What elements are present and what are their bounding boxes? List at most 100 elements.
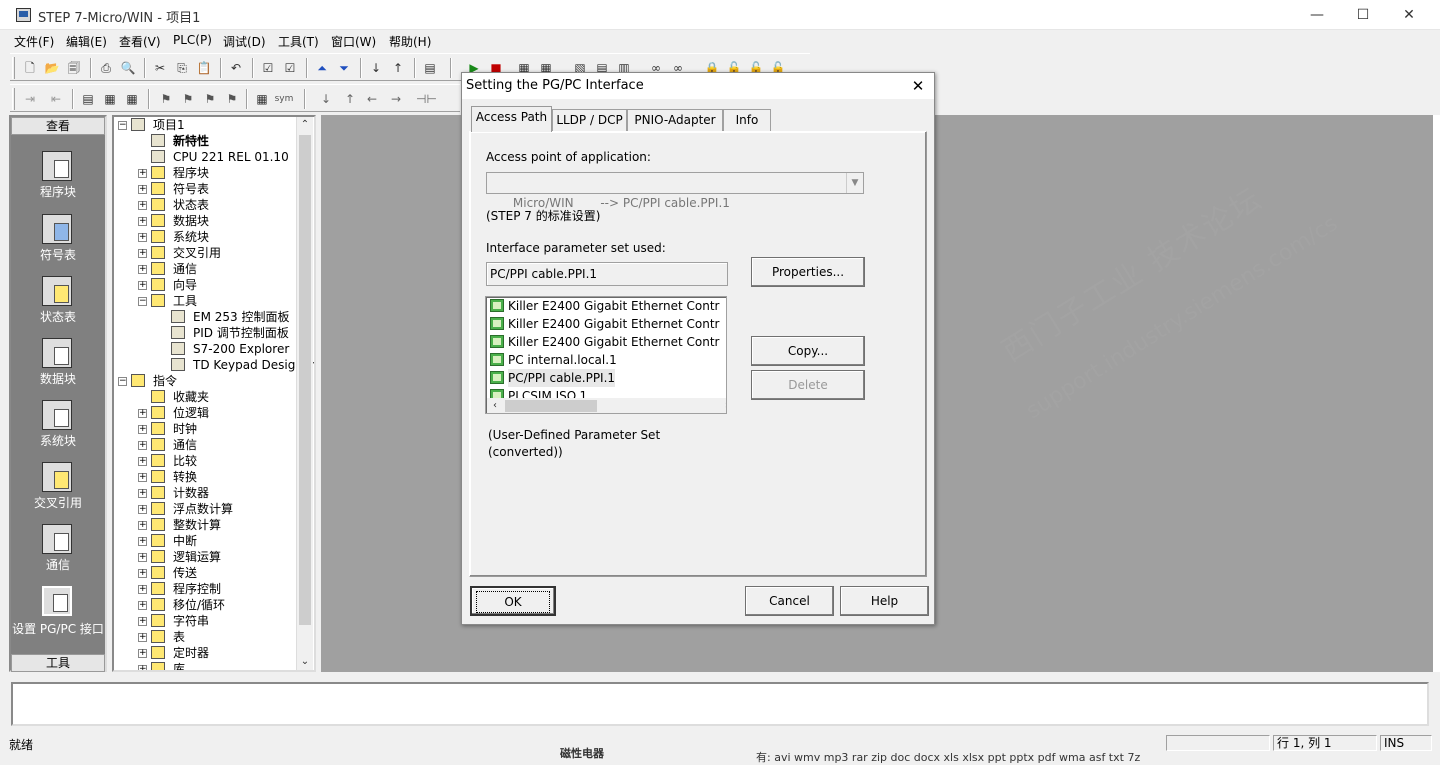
list-horizontal-scrollbar[interactable]: ‹ › (487, 398, 726, 413)
next-bookmark-icon[interactable]: ⚑ (178, 89, 198, 109)
expand-icon[interactable]: + (138, 201, 147, 210)
download-icon[interactable]: ⏷ (334, 58, 354, 78)
scroll-right-icon[interactable]: › (719, 398, 726, 413)
tab-access-path[interactable]: Access Path (471, 106, 552, 132)
dialog-close-button[interactable]: ✕ (906, 75, 930, 97)
nav-status-chart[interactable]: 状态表 (11, 272, 105, 328)
scroll-left-icon[interactable]: ‹ (487, 398, 503, 413)
expand-icon[interactable]: + (138, 489, 147, 498)
prev-bookmark-icon[interactable]: ⚑ (200, 89, 220, 109)
expand-icon[interactable]: + (138, 585, 147, 594)
expand-icon[interactable]: + (138, 505, 147, 514)
cut-icon[interactable]: ✂ (150, 58, 170, 78)
expand-icon[interactable]: + (138, 553, 147, 562)
menu-view[interactable]: 查看(V) (119, 33, 161, 50)
expand-icon[interactable]: + (138, 441, 147, 450)
line-left-icon[interactable]: ← (362, 89, 382, 109)
expand-icon[interactable]: + (138, 473, 147, 482)
scroll-thumb[interactable] (505, 400, 597, 412)
interface-list[interactable]: Killer E2400 Gigabit Ethernet Contr Kille… (485, 296, 727, 414)
expand-icon[interactable]: + (138, 217, 147, 226)
collapse-icon[interactable]: − (138, 297, 147, 306)
delete-button[interactable]: Delete (751, 370, 865, 400)
symbol-table-icon[interactable]: ▦ (252, 89, 272, 109)
interface-parameter-field[interactable]: PC/PPI cable.PPI.1 (486, 262, 728, 286)
expand-icon[interactable]: + (138, 281, 147, 290)
collapse-icon[interactable]: − (118, 121, 127, 130)
expand-icon[interactable]: + (138, 169, 147, 178)
close-button[interactable]: ✕ (1386, 0, 1432, 30)
tab-pnio-adapter[interactable]: PNIO-Adapter (627, 109, 723, 131)
scroll-thumb[interactable] (299, 135, 311, 625)
contact-icon[interactable]: ⊣⊢ (416, 89, 437, 109)
view-fbd-icon[interactable]: ▦ (122, 89, 142, 109)
expand-icon[interactable]: + (138, 521, 147, 530)
undo-icon[interactable]: ↶ (226, 58, 246, 78)
minimize-button[interactable]: — (1294, 0, 1340, 30)
expand-icon[interactable]: + (138, 569, 147, 578)
expand-icon[interactable]: + (138, 665, 147, 670)
nav-program-block[interactable]: 程序块 (11, 147, 105, 203)
expand-icon[interactable]: + (138, 425, 147, 434)
expand-icon[interactable]: + (138, 233, 147, 242)
view-lad-icon[interactable]: ▦ (100, 89, 120, 109)
bookmark-icon[interactable]: ⚑ (156, 89, 176, 109)
print-preview-icon[interactable]: 🔍 (118, 58, 138, 78)
remove-bookmark-icon[interactable]: ⚑ (222, 89, 242, 109)
outdent-icon[interactable]: ⇤ (46, 89, 66, 109)
maximize-button[interactable]: ☐ (1340, 0, 1386, 30)
cancel-button[interactable]: Cancel (745, 586, 834, 616)
nav-view-header[interactable]: 查看 (11, 117, 105, 135)
line-right-icon[interactable]: → (386, 89, 406, 109)
ok-button[interactable]: OK (470, 586, 556, 616)
nav-set-pg-pc-interface[interactable]: 设置 PG/PC 接口 (11, 582, 105, 638)
toolbar-grip[interactable] (12, 88, 15, 110)
expand-icon[interactable]: + (138, 537, 147, 546)
expand-icon[interactable]: + (138, 617, 147, 626)
toolbar-grip[interactable] (12, 57, 15, 79)
expand-icon[interactable]: + (138, 185, 147, 194)
options-icon[interactable]: ▤ (420, 58, 440, 78)
properties-button[interactable]: Properties... (751, 257, 865, 287)
tree-scrollbar[interactable]: ⌃ ⌄ (296, 117, 313, 670)
collapse-icon[interactable]: − (118, 377, 127, 386)
menu-window[interactable]: 窗口(W) (331, 33, 376, 50)
output-window[interactable] (11, 682, 1429, 726)
sort-ascending-icon[interactable]: ↓ (366, 58, 386, 78)
expand-icon[interactable]: + (138, 457, 147, 466)
scroll-down-icon[interactable]: ⌄ (297, 654, 313, 670)
help-button[interactable]: Help (840, 586, 929, 616)
save-all-icon[interactable]: 🗐 (64, 58, 84, 78)
open-folder-icon[interactable]: 📂 (42, 58, 62, 78)
tab-lldp-dcp[interactable]: LLDP / DCP (552, 109, 627, 131)
expand-icon[interactable]: + (138, 633, 147, 642)
new-file-icon[interactable]: 🗋 (20, 58, 40, 78)
nav-tools-header[interactable]: 工具 (11, 654, 105, 672)
expand-icon[interactable]: + (138, 649, 147, 658)
view-stl-icon[interactable]: ▤ (78, 89, 98, 109)
line-down-icon[interactable]: ↓ (316, 89, 336, 109)
upload-icon[interactable]: ⏶ (312, 58, 332, 78)
sym-icon[interactable]: sym (274, 89, 294, 109)
chevron-down-icon[interactable]: ▼ (846, 173, 863, 193)
menu-tools[interactable]: 工具(T) (278, 33, 319, 50)
tab-info[interactable]: Info (723, 109, 771, 131)
copy-icon[interactable]: ⎘ (172, 58, 192, 78)
expand-icon[interactable]: + (138, 409, 147, 418)
expand-icon[interactable]: + (138, 601, 147, 610)
line-up-icon[interactable]: ↑ (340, 89, 360, 109)
sort-descending-icon[interactable]: ↑ (388, 58, 408, 78)
nav-data-block[interactable]: 数据块 (11, 334, 105, 390)
nav-communication[interactable]: 通信 (11, 520, 105, 576)
print-icon[interactable]: ⎙ (96, 58, 116, 78)
indent-icon[interactable]: ⇥ (20, 89, 40, 109)
menu-plc[interactable]: PLC(P) (173, 33, 212, 47)
nav-symbol-table[interactable]: 符号表 (11, 210, 105, 266)
menu-file[interactable]: 文件(F) (14, 33, 54, 50)
nav-cross-reference[interactable]: 交叉引用 (11, 458, 105, 514)
scroll-up-icon[interactable]: ⌃ (297, 117, 313, 133)
copy-button[interactable]: Copy... (751, 336, 865, 366)
menu-edit[interactable]: 编辑(E) (66, 33, 107, 50)
compile-icon[interactable]: ☑ (258, 58, 278, 78)
expand-icon[interactable]: + (138, 265, 147, 274)
